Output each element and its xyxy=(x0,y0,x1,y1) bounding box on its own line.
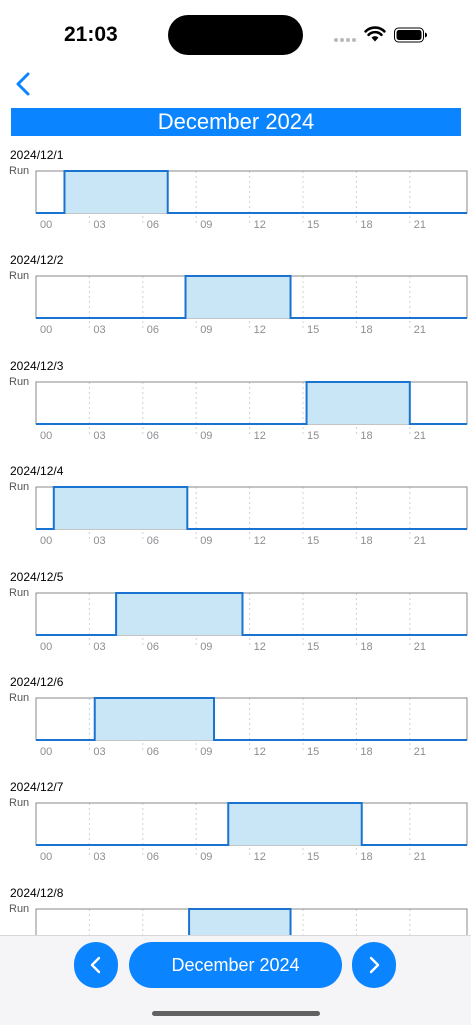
battery-icon xyxy=(394,27,427,43)
x-tick-label: 15 xyxy=(307,219,319,231)
cellular-signal-icon xyxy=(334,38,356,42)
next-month-button[interactable] xyxy=(352,942,396,988)
plot-frame xyxy=(35,592,468,636)
x-tick-label: 21 xyxy=(414,851,426,863)
x-tick-label: 15 xyxy=(307,535,319,547)
dynamic-island xyxy=(168,15,303,55)
x-tick-label: 03 xyxy=(93,746,105,758)
daily-run-charts[interactable]: 2024/12/1 Run 00 03 06 09 12 15 18 21 2024/12/2 Run… xyxy=(0,140,471,935)
chart-plot: 00 03 06 09 12 15 18 21 xyxy=(35,275,468,336)
x-tick-label: 03 xyxy=(93,219,105,231)
x-tick-label: 03 xyxy=(93,641,105,653)
x-tick-label: 06 xyxy=(147,641,159,653)
daily-chart: 2024/12/5 Run 00 03 06 09 12 15 18 21 xyxy=(0,562,471,667)
month-picker-button[interactable]: December 2024 xyxy=(129,942,342,988)
run-interval-area xyxy=(185,276,291,319)
x-tick-label: 21 xyxy=(414,641,426,653)
x-tick-label: 03 xyxy=(93,324,105,336)
month-title: December 2024 xyxy=(11,108,461,136)
chevron-left-icon xyxy=(90,956,101,974)
x-tick-label: 09 xyxy=(200,535,212,547)
x-tick-label: 00 xyxy=(40,851,52,863)
x-tick-label: 15 xyxy=(307,851,319,863)
x-tick-label: 06 xyxy=(147,535,159,547)
x-tick-label: 09 xyxy=(200,746,212,758)
chart-plot: 00 03 06 09 12 15 18 21 xyxy=(35,170,468,231)
daily-chart: 2024/12/8Run0003060912151821 xyxy=(0,878,471,935)
x-tick-label: 03 xyxy=(93,535,105,547)
chart-plot: 00 03 06 09 12 15 18 21 xyxy=(35,591,468,653)
status-time: 21:03 xyxy=(64,23,118,46)
x-tick-label: 15 xyxy=(307,324,319,336)
x-tick-label: 00 xyxy=(40,430,52,442)
x-tick-label: 15 xyxy=(307,430,319,442)
run-interval-area xyxy=(64,171,168,213)
x-tick-label: 00 xyxy=(40,746,52,758)
run-interval-area xyxy=(53,487,188,530)
x-tick-label: 15 xyxy=(307,746,319,758)
x-tick-label: 18 xyxy=(360,641,372,653)
run-interval-area xyxy=(228,803,362,846)
x-tick-label: 18 xyxy=(360,430,372,442)
x-tick-label: 12 xyxy=(254,535,266,547)
chart-plot: 00 03 06 09 12 15 18 21 xyxy=(35,697,468,758)
x-tick-label: 09 xyxy=(200,219,212,231)
run-interval-area xyxy=(94,698,214,740)
x-tick-label: 12 xyxy=(254,324,266,336)
status-bar: 21:03 xyxy=(0,0,471,70)
daily-chart: 2024/12/2 Run 00 03 06 09 12 15 18 21 xyxy=(0,245,471,350)
x-tick-label: 06 xyxy=(147,746,159,758)
run-interval-area xyxy=(116,592,243,635)
run-state-line xyxy=(36,591,467,636)
daily-chart: 2024/12/4 Run 00 03 06 09 12 15 18 21 xyxy=(0,456,471,561)
home-indicator xyxy=(152,1011,320,1016)
x-tick-label: 18 xyxy=(360,746,372,758)
run-interval-area xyxy=(189,908,291,935)
x-tick-label: 09 xyxy=(200,324,212,336)
x-tick-label: 21 xyxy=(414,746,426,758)
x-tick-label: 12 xyxy=(254,851,266,863)
x-tick-label: 00 xyxy=(40,324,52,336)
x-tick-label: 06 xyxy=(147,219,159,231)
x-tick-label: 03 xyxy=(93,851,105,863)
x-tick-label: 18 xyxy=(360,851,372,863)
x-tick-label: 21 xyxy=(414,535,426,547)
x-tick-label: 06 xyxy=(147,430,159,442)
bottom-toolbar: December 2024 xyxy=(0,935,471,1025)
wifi-icon xyxy=(364,26,386,42)
x-tick-label: 21 xyxy=(414,219,426,231)
x-tick-label: 09 xyxy=(200,430,212,442)
x-tick-label: 06 xyxy=(147,851,159,863)
previous-month-button[interactable] xyxy=(74,942,118,988)
chart-plot: 00 03 06 09 12 15 18 21 xyxy=(35,380,468,442)
x-tick-label: 15 xyxy=(307,641,319,653)
x-tick-label: 18 xyxy=(360,324,372,336)
chart-plot: 0003060912151821 xyxy=(35,907,468,935)
x-tick-label: 18 xyxy=(360,219,372,231)
x-tick-label: 12 xyxy=(254,641,266,653)
x-tick-label: 12 xyxy=(254,219,266,231)
x-tick-label: 12 xyxy=(254,430,266,442)
back-chevron-icon[interactable] xyxy=(10,70,38,98)
chevron-right-icon xyxy=(369,956,380,974)
chart-plot: 00 03 06 09 12 15 18 21 xyxy=(35,486,468,547)
x-tick-label: 12 xyxy=(254,746,266,758)
x-tick-label: 06 xyxy=(147,324,159,336)
daily-chart: 2024/12/1 Run 00 03 06 09 12 15 18 21 xyxy=(0,140,471,245)
x-tick-label: 00 xyxy=(40,535,52,547)
chart-plot: 00 03 06 09 12 15 18 21 xyxy=(35,802,468,863)
x-tick-label: 00 xyxy=(40,219,52,231)
x-tick-label: 09 xyxy=(200,851,212,863)
run-interval-area xyxy=(306,381,410,424)
daily-chart: 2024/12/6 Run 00 03 06 09 12 15 18 21 xyxy=(0,667,471,772)
daily-chart: 2024/12/7 Run 00 03 06 09 12 15 18 21 xyxy=(0,772,471,877)
x-tick-label: 09 xyxy=(200,641,212,653)
x-tick-label: 00 xyxy=(40,641,52,653)
x-tick-label: 03 xyxy=(93,430,105,442)
x-tick-label: 21 xyxy=(414,430,426,442)
x-tick-label: 21 xyxy=(414,324,426,336)
daily-chart: 2024/12/3 Run 00 03 06 09 12 15 18 21 xyxy=(0,351,471,456)
x-tick-label: 18 xyxy=(360,535,372,547)
